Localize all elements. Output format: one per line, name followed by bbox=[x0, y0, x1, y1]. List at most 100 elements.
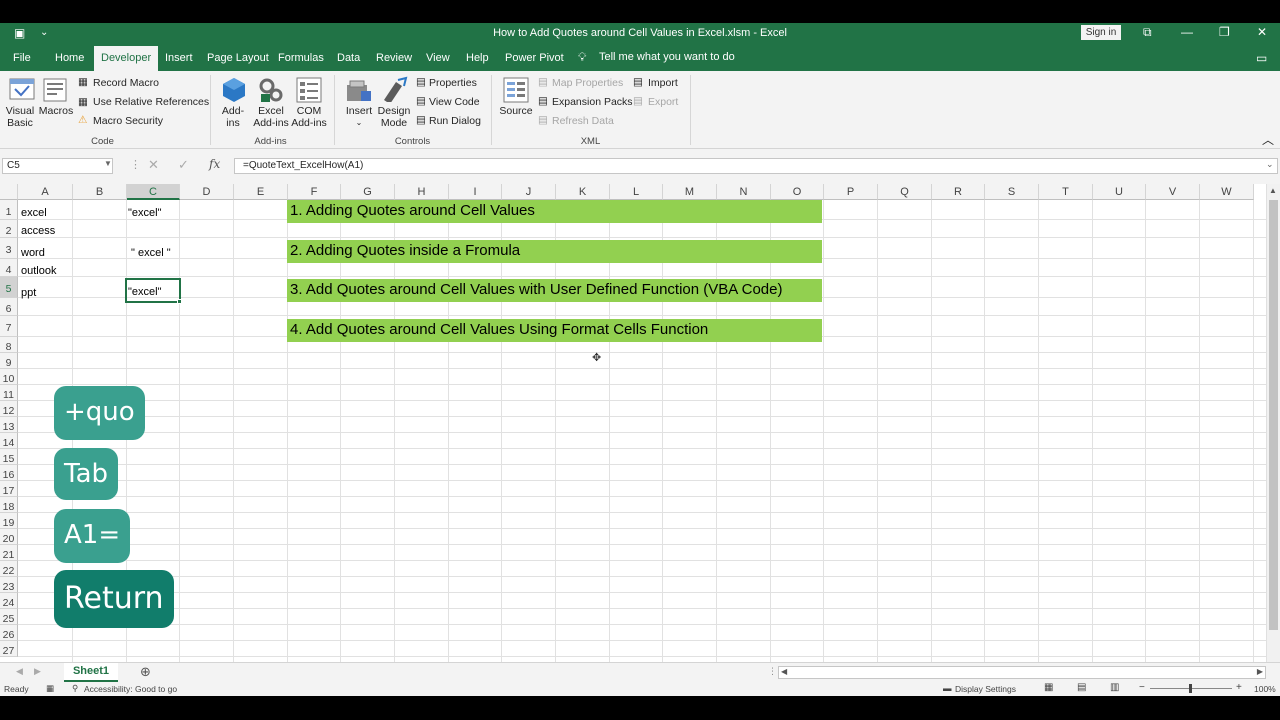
refresh-data-button[interactable]: Refresh Data bbox=[552, 115, 614, 127]
cell-c3[interactable]: " excel " bbox=[131, 247, 171, 259]
cell-a3[interactable]: word bbox=[21, 247, 45, 259]
expansion-packs-button[interactable]: Expansion Packs bbox=[552, 96, 633, 108]
row-header-25[interactable]: 25 bbox=[0, 609, 18, 625]
row-header-20[interactable]: 20 bbox=[0, 529, 18, 545]
column-header-a[interactable]: A bbox=[18, 184, 73, 200]
column-header-g[interactable]: G bbox=[341, 184, 395, 200]
column-header-q[interactable]: Q bbox=[878, 184, 932, 200]
row-header-17[interactable]: 17 bbox=[0, 481, 18, 497]
tab-home[interactable]: Home bbox=[55, 52, 84, 64]
sheet-tab-sheet1[interactable]: Sheet1 bbox=[64, 663, 118, 682]
insert-control-button[interactable]: Insert bbox=[343, 105, 375, 117]
band-4[interactable]: 4. Add Quotes around Cell Values Using F… bbox=[287, 319, 822, 342]
horizontal-scrollbar[interactable]: ◀ ▶ bbox=[778, 666, 1266, 679]
scroll-up-icon[interactable]: ▲ bbox=[1269, 186, 1277, 195]
vertical-scroll-thumb[interactable] bbox=[1269, 200, 1278, 630]
row-header-5[interactable]: 5 bbox=[0, 277, 18, 298]
prev-sheet-icon[interactable]: ◀ bbox=[16, 666, 23, 677]
select-all-corner[interactable] bbox=[0, 184, 18, 200]
use-relative-references-button[interactable]: Use Relative References bbox=[93, 96, 209, 108]
tab-review[interactable]: Review bbox=[376, 52, 412, 64]
cell-a1[interactable]: excel bbox=[21, 207, 47, 219]
row-header-10[interactable]: 10 bbox=[0, 369, 18, 385]
tab-file[interactable]: File bbox=[13, 52, 31, 64]
row-header-18[interactable]: 18 bbox=[0, 497, 18, 513]
tell-me-search[interactable]: Tell me what you want to do bbox=[599, 51, 735, 63]
column-header-w[interactable]: W bbox=[1200, 184, 1254, 200]
row-header-4[interactable]: 4 bbox=[0, 259, 18, 277]
column-header-s[interactable]: S bbox=[985, 184, 1039, 200]
scroll-right-icon[interactable]: ▶ bbox=[1257, 667, 1263, 676]
row-header-9[interactable]: 9 bbox=[0, 353, 18, 369]
page-break-view-icon[interactable]: ▥ bbox=[1110, 682, 1119, 693]
record-macro-button[interactable]: Record Macro bbox=[93, 77, 159, 89]
next-sheet-icon[interactable]: ▶ bbox=[34, 666, 41, 677]
column-header-u[interactable]: U bbox=[1093, 184, 1146, 200]
row-header-6[interactable]: 6 bbox=[0, 298, 18, 316]
name-box[interactable]: C5 bbox=[2, 158, 113, 174]
cell-c1[interactable]: "excel" bbox=[128, 207, 162, 219]
cancel-icon[interactable]: ✕ bbox=[148, 157, 159, 173]
column-header-n[interactable]: N bbox=[717, 184, 771, 200]
tab-page-layout[interactable]: Page Layout bbox=[207, 52, 269, 64]
column-header-h[interactable]: H bbox=[395, 184, 449, 200]
zoom-in-icon[interactable]: + bbox=[1236, 682, 1242, 693]
row-header-21[interactable]: 21 bbox=[0, 545, 18, 561]
enter-icon[interactable]: ✓ bbox=[178, 157, 189, 173]
tab-insert[interactable]: Insert bbox=[165, 52, 193, 64]
column-header-f[interactable]: F bbox=[288, 184, 341, 200]
row-header-3[interactable]: 3 bbox=[0, 238, 18, 259]
zoom-slider-thumb[interactable] bbox=[1189, 684, 1192, 693]
row-header-16[interactable]: 16 bbox=[0, 465, 18, 481]
column-header-l[interactable]: L bbox=[610, 184, 663, 200]
row-header-14[interactable]: 14 bbox=[0, 433, 18, 449]
run-dialog-button[interactable]: Run Dialog bbox=[429, 115, 481, 127]
row-header-12[interactable]: 12 bbox=[0, 401, 18, 417]
macro-security-button[interactable]: Macro Security bbox=[93, 115, 163, 127]
scroll-left-icon[interactable]: ◀ bbox=[781, 667, 787, 676]
com-addins-button[interactable]: COM Add-ins bbox=[288, 105, 330, 129]
column-header-i[interactable]: I bbox=[449, 184, 502, 200]
cell-a5[interactable]: ppt bbox=[21, 287, 36, 299]
row-header-22[interactable]: 22 bbox=[0, 561, 18, 577]
tab-formulas[interactable]: Formulas bbox=[278, 52, 324, 64]
column-header-d[interactable]: D bbox=[180, 184, 234, 200]
minimize-icon[interactable]: — bbox=[1181, 25, 1193, 39]
row-header-8[interactable]: 8 bbox=[0, 337, 18, 353]
name-box-dropdown-icon[interactable]: ▼ bbox=[104, 159, 112, 168]
row-header-27[interactable]: 27 bbox=[0, 641, 18, 657]
row-header-26[interactable]: 26 bbox=[0, 625, 18, 641]
band-2[interactable]: 2. Adding Quotes inside a Fromula bbox=[287, 240, 822, 263]
add-sheet-icon[interactable]: ⊕ bbox=[140, 664, 151, 680]
cell-a4[interactable]: outlook bbox=[21, 265, 56, 277]
column-header-m[interactable]: M bbox=[663, 184, 717, 200]
vertical-scrollbar[interactable]: ▲ bbox=[1266, 184, 1280, 662]
row-header-19[interactable]: 19 bbox=[0, 513, 18, 529]
normal-view-icon[interactable]: ▦ bbox=[1044, 682, 1053, 693]
visual-basic-button[interactable]: Visual Basic bbox=[4, 105, 36, 129]
properties-button[interactable]: Properties bbox=[429, 77, 477, 89]
column-header-c[interactable]: C bbox=[127, 184, 180, 200]
tab-developer[interactable]: Developer bbox=[94, 46, 159, 71]
zoom-out-icon[interactable]: − bbox=[1139, 682, 1145, 693]
view-code-button[interactable]: View Code bbox=[429, 96, 480, 108]
tab-data[interactable]: Data bbox=[337, 52, 360, 64]
tab-help[interactable]: Help bbox=[466, 52, 489, 64]
restore-icon[interactable]: ❐ bbox=[1219, 25, 1230, 39]
tab-power-pivot[interactable]: Power Pivot bbox=[505, 52, 564, 64]
worksheet-grid[interactable]: ABCDEFGHIJKLMNOPQRSTUVW 1 2 3 4 5 6 7 8 9 10 11 12 1… bbox=[0, 184, 1280, 662]
insert-dropdown-icon[interactable]: ⌄ bbox=[353, 117, 365, 129]
export-button[interactable]: Export bbox=[648, 96, 678, 108]
macro-record-icon[interactable]: ▦ bbox=[46, 683, 54, 694]
row-header-24[interactable]: 24 bbox=[0, 593, 18, 609]
column-header-k[interactable]: K bbox=[556, 184, 610, 200]
cell-a2[interactable]: access bbox=[21, 225, 55, 237]
fill-handle[interactable] bbox=[177, 299, 182, 304]
sign-in-button[interactable]: Sign in bbox=[1081, 25, 1121, 40]
zoom-level[interactable]: 100% bbox=[1254, 684, 1276, 694]
macros-button[interactable]: Macros bbox=[38, 105, 74, 117]
column-header-j[interactable]: J bbox=[502, 184, 556, 200]
design-mode-button[interactable]: Design Mode bbox=[376, 105, 412, 129]
close-icon[interactable]: ✕ bbox=[1257, 25, 1267, 39]
map-properties-button[interactable]: Map Properties bbox=[552, 77, 623, 89]
